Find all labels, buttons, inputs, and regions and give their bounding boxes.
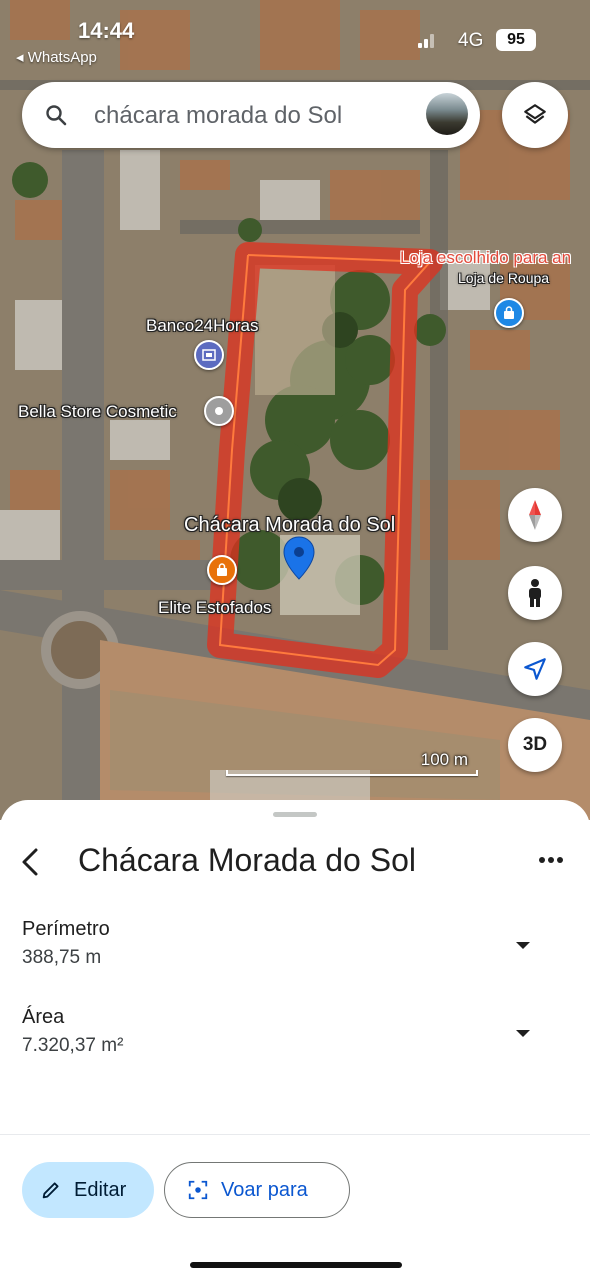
shopping-bag-icon[interactable] bbox=[494, 298, 524, 328]
sheet-drag-handle[interactable] bbox=[273, 812, 317, 817]
compass-icon bbox=[529, 500, 541, 530]
network-type: 4G bbox=[458, 30, 484, 51]
map-label-elite[interactable]: Elite Estofados bbox=[158, 598, 271, 618]
3d-label: 3D bbox=[522, 734, 548, 755]
layers-button[interactable] bbox=[502, 82, 568, 148]
area-row[interactable]: Área 7.320,37 m² bbox=[22, 1006, 568, 1057]
shopping-bag-icon[interactable] bbox=[207, 555, 237, 585]
back-arrow-icon[interactable] bbox=[18, 844, 46, 880]
map-label-loja-escolhido[interactable]: Loja escolhido para an bbox=[400, 248, 571, 268]
my-location-button[interactable] bbox=[508, 642, 562, 696]
page-title: Chácara Morada do Sol bbox=[78, 842, 416, 878]
avatar[interactable] bbox=[426, 93, 468, 135]
edit-button-label: Editar bbox=[74, 1178, 127, 1201]
perimeter-row[interactable]: Perímetro 388,75 m bbox=[22, 918, 568, 969]
pegman-icon bbox=[529, 579, 541, 607]
search-icon bbox=[46, 105, 67, 126]
map-label-loja-de-roupa[interactable]: Loja de Roupa bbox=[458, 270, 549, 286]
edit-button[interactable]: Editar bbox=[22, 1162, 154, 1218]
area-value: 7.320,37 m² bbox=[22, 1035, 124, 1056]
pencil-icon bbox=[42, 1182, 59, 1199]
location-pin-icon[interactable] bbox=[282, 536, 316, 580]
compass-button[interactable] bbox=[508, 488, 562, 542]
area-label: Área bbox=[22, 1006, 65, 1028]
bottom-sheet: Chácara Morada do Sol Perímetro 388,75 m… bbox=[0, 800, 590, 1280]
map-label-bella-store[interactable]: Bella Store Cosmetic bbox=[18, 402, 177, 422]
focus-frame-icon bbox=[188, 1180, 208, 1200]
3d-button[interactable]: 3D bbox=[508, 718, 562, 772]
divider bbox=[0, 1134, 590, 1135]
scale-label: 100 m bbox=[420, 750, 468, 769]
fly-to-button-label: Voar para bbox=[221, 1178, 308, 1201]
perimeter-label: Perímetro bbox=[22, 918, 110, 940]
more-options-icon[interactable] bbox=[538, 856, 564, 864]
satellite-map[interactable]: 14:44 ◂ WhatsApp 4G 95 chácara morada do… bbox=[0, 0, 590, 820]
signal-icon bbox=[418, 32, 436, 48]
search-bar[interactable]: chácara morada do Sol bbox=[22, 82, 480, 148]
chevron-down-icon[interactable] bbox=[516, 942, 530, 949]
layers-icon bbox=[524, 104, 546, 124]
street-view-button[interactable] bbox=[508, 566, 562, 620]
map-label-banco24horas[interactable]: Banco24Horas bbox=[146, 316, 258, 336]
place-icon[interactable] bbox=[204, 396, 234, 426]
back-to-app-link[interactable]: ◂ WhatsApp bbox=[16, 48, 97, 66]
status-bar: 14:44 ◂ WhatsApp 4G 95 bbox=[0, 0, 590, 70]
fly-to-button[interactable]: Voar para bbox=[164, 1162, 350, 1218]
home-indicator[interactable] bbox=[190, 1262, 402, 1268]
perimeter-value: 388,75 m bbox=[22, 947, 102, 968]
battery-icon: 95 bbox=[496, 29, 536, 51]
chevron-down-icon[interactable] bbox=[516, 1030, 530, 1037]
map-label-chacara[interactable]: Chácara Morada do Sol bbox=[184, 514, 395, 537]
status-time: 14:44 bbox=[78, 18, 135, 43]
navigation-arrow-icon bbox=[524, 658, 546, 680]
bank-icon[interactable] bbox=[194, 340, 224, 370]
scale-line bbox=[226, 770, 478, 776]
search-input[interactable]: chácara morada do Sol bbox=[94, 102, 342, 130]
scale-bar: 100 m bbox=[226, 750, 478, 776]
